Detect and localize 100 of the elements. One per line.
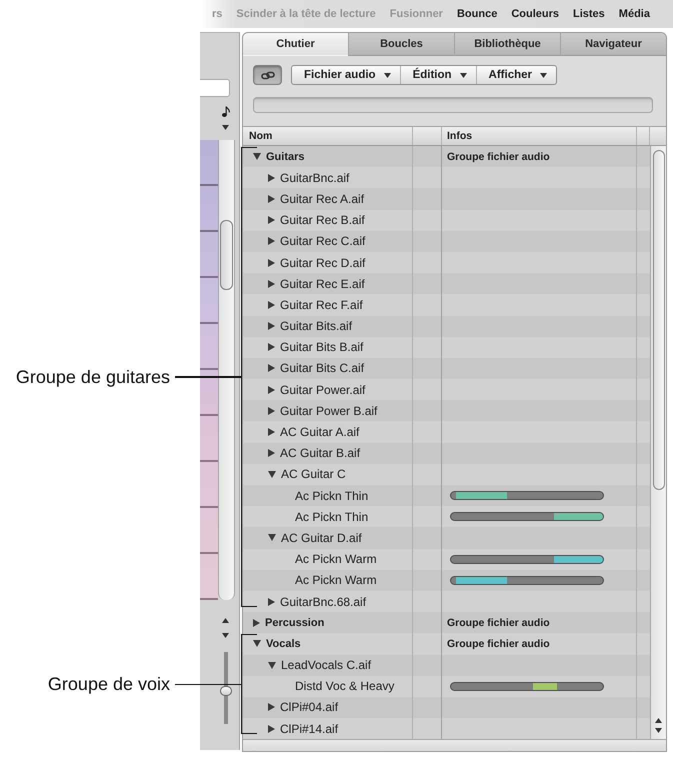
list-row[interactable]: Guitar Rec F.aif	[243, 294, 650, 316]
list-row[interactable]: GuitarBnc.aif	[243, 167, 650, 188]
menu-item[interactable]: Couleurs	[511, 8, 559, 20]
list-row[interactable]: Guitar Bits C.aif	[243, 358, 650, 380]
disclosure-triangle-icon[interactable]	[268, 662, 276, 669]
scroll-down-icon[interactable]	[222, 633, 229, 638]
caret-down-icon	[222, 125, 229, 130]
tab[interactable]: Chutier	[243, 33, 348, 56]
disclosure-triangle-icon[interactable]	[268, 598, 275, 606]
list-row[interactable]: AC Guitar B.aif	[243, 442, 650, 464]
list-row[interactable]: GuitarBnc.68.aif	[243, 590, 650, 612]
list-row[interactable]: Guitar Power B.aif	[243, 400, 650, 422]
disclosure-triangle-icon[interactable]	[268, 534, 276, 542]
menu-item[interactable]: Listes	[573, 8, 605, 20]
disclosure-triangle-icon[interactable]	[268, 386, 275, 394]
disclosure-triangle-icon[interactable]	[268, 300, 275, 309]
item-name: GuitarBnc.aif	[280, 170, 350, 185]
dropdown-button[interactable]: Fichier audio	[292, 66, 401, 84]
item-name: LeadVocals C.aif	[281, 658, 372, 672]
list-row[interactable]: AC Guitar C	[243, 464, 650, 485]
disclosure-triangle-icon[interactable]	[253, 640, 261, 648]
list-row[interactable]: Guitar Rec B.aif	[243, 210, 650, 231]
caret-down-icon	[460, 72, 467, 78]
disclosure-triangle-icon[interactable]	[268, 343, 275, 352]
menu-item[interactable]: Média	[618, 8, 650, 20]
list-row[interactable]: Guitar Rec D.aif	[243, 252, 650, 274]
list-row[interactable]: Percussion Groupe fichier audio	[243, 612, 650, 634]
music-note-icon[interactable]	[222, 106, 230, 117]
scroll-down-icon[interactable]	[655, 728, 662, 734]
callout-label: Groupe de guitares	[16, 366, 170, 388]
item-name: Guitar Power B.aif	[280, 404, 378, 418]
column-header[interactable]: Infos	[442, 127, 637, 145]
item-name: Guitar Rec B.aif	[280, 213, 365, 228]
list-row[interactable]: Guitar Rec A.aif	[243, 188, 650, 210]
disclosure-triangle-icon[interactable]	[268, 364, 275, 372]
item-name: Distd Voc & Heavy	[295, 679, 394, 694]
disclosure-triangle-icon[interactable]	[268, 216, 275, 224]
disclosure-triangle-icon[interactable]	[253, 153, 261, 160]
list-row[interactable]: LeadVocals C.aif	[243, 654, 650, 676]
link-button[interactable]	[253, 65, 282, 85]
scrollbar-thumb[interactable]	[652, 150, 664, 490]
chain-link-icon	[260, 70, 274, 80]
list-row[interactable]: Ac Pickn Thin	[243, 485, 650, 506]
disclosure-triangle-icon[interactable]	[253, 618, 260, 627]
disclosure-triangle-icon[interactable]	[268, 237, 275, 246]
list-row[interactable]: AC Guitar D.aif	[243, 527, 650, 549]
list-row[interactable]: Ac Pickn Thin	[243, 506, 650, 528]
disclosure-triangle-icon[interactable]	[268, 258, 275, 267]
partial-field[interactable]	[200, 79, 230, 97]
list-row[interactable]: Guitar Bits.aif	[243, 316, 650, 337]
item-name: AC Guitar D.aif	[281, 530, 362, 545]
column-header[interactable]: Nom	[243, 127, 413, 145]
disclosure-triangle-icon[interactable]	[268, 322, 275, 330]
item-name: Guitar Rec E.aif	[280, 276, 365, 291]
info-text: Groupe fichier audio	[447, 150, 550, 163]
scroll-up-icon[interactable]	[222, 618, 229, 623]
disclosure-triangle-icon[interactable]	[268, 194, 275, 203]
leader-line	[175, 684, 241, 686]
disclosure-triangle-icon[interactable]	[268, 428, 275, 436]
list-row[interactable]: AC Guitar A.aif	[243, 421, 650, 443]
item-name: Vocals	[266, 638, 301, 650]
slider-knob[interactable]	[220, 686, 232, 696]
item-name: Guitar Rec F.aif	[280, 298, 363, 312]
item-name: ClPi#14.aif	[280, 722, 338, 736]
list-row[interactable]: Guitars Groupe fichier audio	[243, 146, 650, 168]
disclosure-triangle-icon[interactable]	[268, 280, 275, 288]
list-row[interactable]: ClPi#04.aif	[243, 696, 650, 718]
disclosure-triangle-icon[interactable]	[268, 724, 275, 733]
disclosure-triangle-icon[interactable]	[268, 449, 275, 458]
text-field[interactable]	[253, 97, 653, 113]
scrollbar-thumb[interactable]	[220, 220, 233, 290]
list-row[interactable]: Ac Pickn Warm	[243, 570, 650, 591]
list-row[interactable]: Guitar Power.aif	[243, 379, 650, 400]
item-name: AC Guitar C	[281, 467, 346, 482]
item-name: ClPi#04.aif	[280, 700, 338, 714]
disclosure-triangle-icon[interactable]	[268, 703, 275, 712]
item-name: Percussion	[265, 616, 324, 629]
info-text: Groupe fichier audio	[447, 638, 550, 650]
dropdown-button[interactable]: Afficher	[476, 66, 556, 84]
tab[interactable]: Bibliothèque	[454, 33, 560, 56]
list-row[interactable]: Ac Pickn Warm	[243, 548, 650, 570]
disclosure-triangle-icon[interactable]	[268, 406, 275, 415]
list-row[interactable]: Vocals Groupe fichier audio	[243, 633, 650, 654]
item-name: Guitar Power.aif	[280, 382, 366, 397]
tab[interactable]: Navigateur	[560, 33, 666, 56]
list-row[interactable]: Distd Voc & Heavy	[243, 676, 650, 697]
item-name: Guitar Rec D.aif	[280, 256, 366, 270]
disclosure-triangle-icon[interactable]	[268, 174, 275, 182]
vertical-scrollbar[interactable]	[218, 140, 235, 600]
scroll-up-icon[interactable]	[655, 718, 662, 724]
menu-item[interactable]: Bounce	[456, 8, 498, 20]
tab[interactable]: Boucles	[348, 33, 454, 56]
item-name: Ac Pickn Thin	[295, 510, 368, 524]
disclosure-triangle-icon[interactable]	[268, 470, 276, 478]
vertical-scrollbar[interactable]	[650, 146, 666, 740]
list-row[interactable]: Guitar Rec C.aif	[243, 230, 650, 252]
list-row[interactable]: ClPi#14.aif	[243, 718, 650, 740]
dropdown-button[interactable]: Édition	[400, 66, 477, 84]
list-row[interactable]: Guitar Rec E.aif	[243, 273, 650, 294]
list-row[interactable]: Guitar Bits B.aif	[243, 336, 650, 358]
